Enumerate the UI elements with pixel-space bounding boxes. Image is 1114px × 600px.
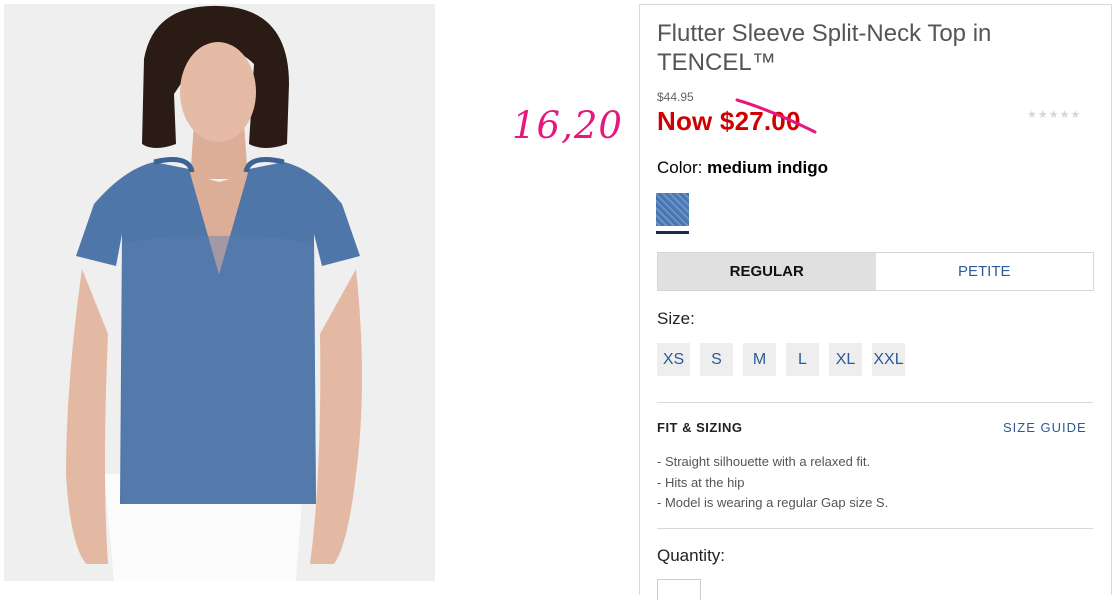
color-label: Color: bbox=[657, 158, 703, 177]
rating-stars[interactable]: ★★★★★ bbox=[1027, 108, 1081, 121]
original-price: $44.95 bbox=[657, 90, 694, 104]
size-option-xl[interactable]: XL bbox=[829, 343, 862, 376]
fit-detail-item: - Hits at the hip bbox=[657, 474, 745, 490]
color-swatch-medium-indigo[interactable] bbox=[656, 193, 689, 226]
quantity-input[interactable] bbox=[657, 579, 701, 600]
product-image[interactable] bbox=[4, 4, 435, 581]
size-option-m[interactable]: M bbox=[743, 343, 776, 376]
sale-price-container: Now $27.00 bbox=[657, 98, 817, 137]
size-label: Size: bbox=[657, 309, 695, 328]
size-options: XS S M L XL XXL bbox=[657, 343, 905, 376]
size-guide-link[interactable]: SIZE GUIDE bbox=[1003, 420, 1087, 435]
divider bbox=[657, 402, 1093, 403]
fit-detail-item: - Straight silhouette with a relaxed fit… bbox=[657, 454, 871, 469]
swatch-selected-indicator bbox=[656, 231, 689, 234]
size-option-s[interactable]: S bbox=[700, 343, 733, 376]
color-value: medium indigo bbox=[707, 158, 828, 177]
divider bbox=[657, 528, 1093, 529]
fit-sizing-heading: FIT & SIZING bbox=[657, 420, 743, 435]
handwritten-price-note: 16,20 bbox=[512, 104, 623, 147]
fit-regular-button[interactable]: REGULAR bbox=[658, 253, 876, 290]
sale-price: Now $27.00 bbox=[657, 106, 801, 136]
product-details-panel: Flutter Sleeve Split-Neck Top in TENCEL™… bbox=[639, 4, 1112, 600]
product-title: Flutter Sleeve Split-Neck Top in TENCEL™ bbox=[657, 20, 992, 76]
quantity-label: Quantity: bbox=[657, 546, 726, 565]
fit-detail-item: - Model is wearing a regular Gap size S. bbox=[657, 495, 889, 510]
size-option-xxl[interactable]: XXL bbox=[872, 343, 905, 376]
fit-toggle: REGULAR PETITE bbox=[657, 252, 1094, 291]
size-option-l[interactable]: L bbox=[786, 343, 819, 376]
size-option-xs[interactable]: XS bbox=[657, 343, 690, 376]
fit-petite-button[interactable]: PETITE bbox=[875, 253, 1093, 290]
color-selection-label: Color: medium indigo bbox=[657, 158, 828, 178]
fit-details-list: - Straight silhouette with a relaxed fit… bbox=[657, 452, 888, 514]
